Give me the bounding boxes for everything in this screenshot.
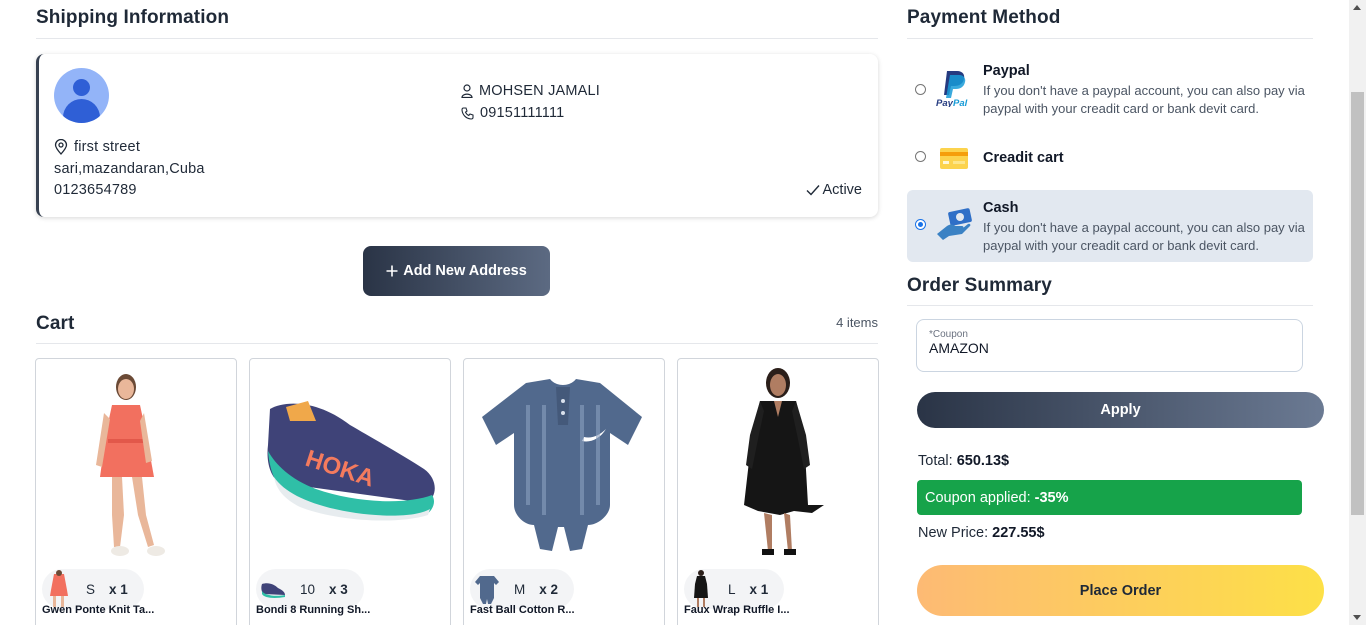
apply-coupon-button[interactable]: Apply <box>917 392 1324 428</box>
coupon-applied-value: -35% <box>1034 489 1069 506</box>
product-image: HOKA <box>256 365 444 561</box>
divider <box>36 38 878 39</box>
payment-option-credit-card[interactable]: Creadit cart <box>907 136 1313 180</box>
recipient-name: MOHSEN JAMALI <box>479 83 601 99</box>
item-size: S <box>86 581 96 597</box>
item-name: Fast Ball Cotton R... <box>470 604 575 616</box>
item-variant-pill: S x 1 <box>42 569 144 609</box>
payment-option-cash[interactable]: Cash If you don't have a paypal account,… <box>907 190 1313 262</box>
item-variant-pill: L x 1 <box>684 569 785 609</box>
item-variant-pill: 10 x 3 <box>256 569 364 609</box>
paypal-radio[interactable] <box>915 84 926 95</box>
location-pin-icon <box>54 139 68 155</box>
item-size: M <box>514 581 526 597</box>
address-card[interactable]: MOHSEN JAMALI 09151111111 first street s… <box>36 54 878 217</box>
new-price-value: 227.55$ <box>992 525 1045 541</box>
product-thumbnail <box>694 570 708 607</box>
recipient-phone: 09151111111 <box>480 105 565 121</box>
payment-title: Payment Method <box>907 7 1061 28</box>
cart-title: Cart <box>36 313 75 334</box>
user-icon <box>461 84 473 98</box>
item-quantity: x 2 <box>539 581 559 597</box>
item-size: 10 <box>300 581 316 597</box>
divider <box>907 38 1313 39</box>
cart-item[interactable]: L x 1 Faux Wrap Ruffle I... <box>677 358 879 625</box>
total-value: 650.13$ <box>956 453 1010 469</box>
check-icon <box>806 185 820 196</box>
scroll-down-arrow-icon[interactable] <box>1353 615 1361 620</box>
item-name: Faux Wrap Ruffle I... <box>684 604 790 616</box>
coupon-field[interactable]: *Coupon <box>916 319 1303 372</box>
payment-option-desc: If you don't have a paypal account, you … <box>983 83 1305 116</box>
cash-icon <box>937 208 972 240</box>
cash-radio[interactable] <box>915 219 926 230</box>
shipping-title: Shipping Information <box>36 7 230 28</box>
payment-option-name: Paypal <box>983 63 1030 79</box>
item-name: Gwen Ponte Knit Ta... <box>42 604 155 616</box>
credit-card-icon <box>940 148 968 169</box>
scroll-up-arrow-icon[interactable] <box>1353 5 1361 10</box>
payment-option-paypal[interactable]: Pay Pal Paypal If you don't have a paypa… <box>907 55 1313 123</box>
address-street-row: first street <box>54 139 140 155</box>
product-image <box>470 365 658 561</box>
add-address-label: Add New Address <box>403 263 527 279</box>
item-quantity: x 3 <box>329 581 348 597</box>
item-quantity: x 1 <box>749 581 769 597</box>
item-size: L <box>728 581 736 597</box>
avatar <box>54 68 109 123</box>
product-image <box>42 365 230 561</box>
new-price-label: New Price: <box>918 525 989 541</box>
credit-card-radio[interactable] <box>915 151 926 162</box>
product-thumbnail <box>50 570 68 607</box>
coupon-input[interactable] <box>929 340 1289 356</box>
cart-item[interactable]: M x 2 Fast Ball Cotton R... <box>463 358 665 625</box>
new-price-row: New Price: 227.55$ <box>918 525 1045 541</box>
order-summary-title: Order Summary <box>907 275 1052 296</box>
product-thumbnail <box>475 576 499 604</box>
address-name-row: MOHSEN JAMALI <box>461 83 600 99</box>
payment-option-desc: If you don't have a paypal account, you … <box>983 220 1305 253</box>
item-name: Bondi 8 Running Sh... <box>256 604 371 616</box>
address-postal: 0123654789 <box>54 182 137 198</box>
place-order-button[interactable]: Place Order <box>917 565 1324 616</box>
coupon-label: *Coupon <box>929 329 968 340</box>
cart-item[interactable]: HOKA 10 x 3 Bondi 8 Running Sh... <box>249 358 451 625</box>
total-label: Total: <box>918 453 953 469</box>
coupon-applied-banner: Coupon applied: -35% <box>917 480 1302 515</box>
item-variant-pill: M x 2 <box>470 569 575 609</box>
phone-icon <box>461 106 474 120</box>
scrollbar-thumb[interactable] <box>1351 92 1364 515</box>
paypal-icon: Pay Pal <box>936 71 968 107</box>
svg-text:Pay: Pay <box>936 98 954 107</box>
payment-option-name: Creadit cart <box>983 150 1064 166</box>
cart-count: 4 items <box>836 315 878 330</box>
address-street: first street <box>74 139 141 155</box>
status-label: Active <box>822 182 863 198</box>
address-phone-row: 09151111111 <box>461 105 564 121</box>
page-scrollbar[interactable] <box>1349 0 1366 625</box>
cart-item[interactable]: S x 1 Gwen Ponte Knit Ta... <box>35 358 237 625</box>
total-row: Total: 650.13$ <box>918 453 1009 469</box>
coupon-applied-label: Coupon applied: <box>925 489 1031 506</box>
plus-icon <box>386 265 398 277</box>
divider <box>36 343 878 344</box>
product-thumbnail <box>261 583 285 598</box>
address-region: sari,mazandaran,Cuba <box>54 161 205 177</box>
add-address-button[interactable]: Add New Address <box>363 246 550 296</box>
address-status: Active <box>806 182 863 198</box>
payment-option-name: Cash <box>983 200 1019 216</box>
svg-text:Pal: Pal <box>953 98 968 107</box>
item-quantity: x 1 <box>109 581 128 597</box>
product-image <box>684 365 872 561</box>
divider <box>907 305 1313 306</box>
